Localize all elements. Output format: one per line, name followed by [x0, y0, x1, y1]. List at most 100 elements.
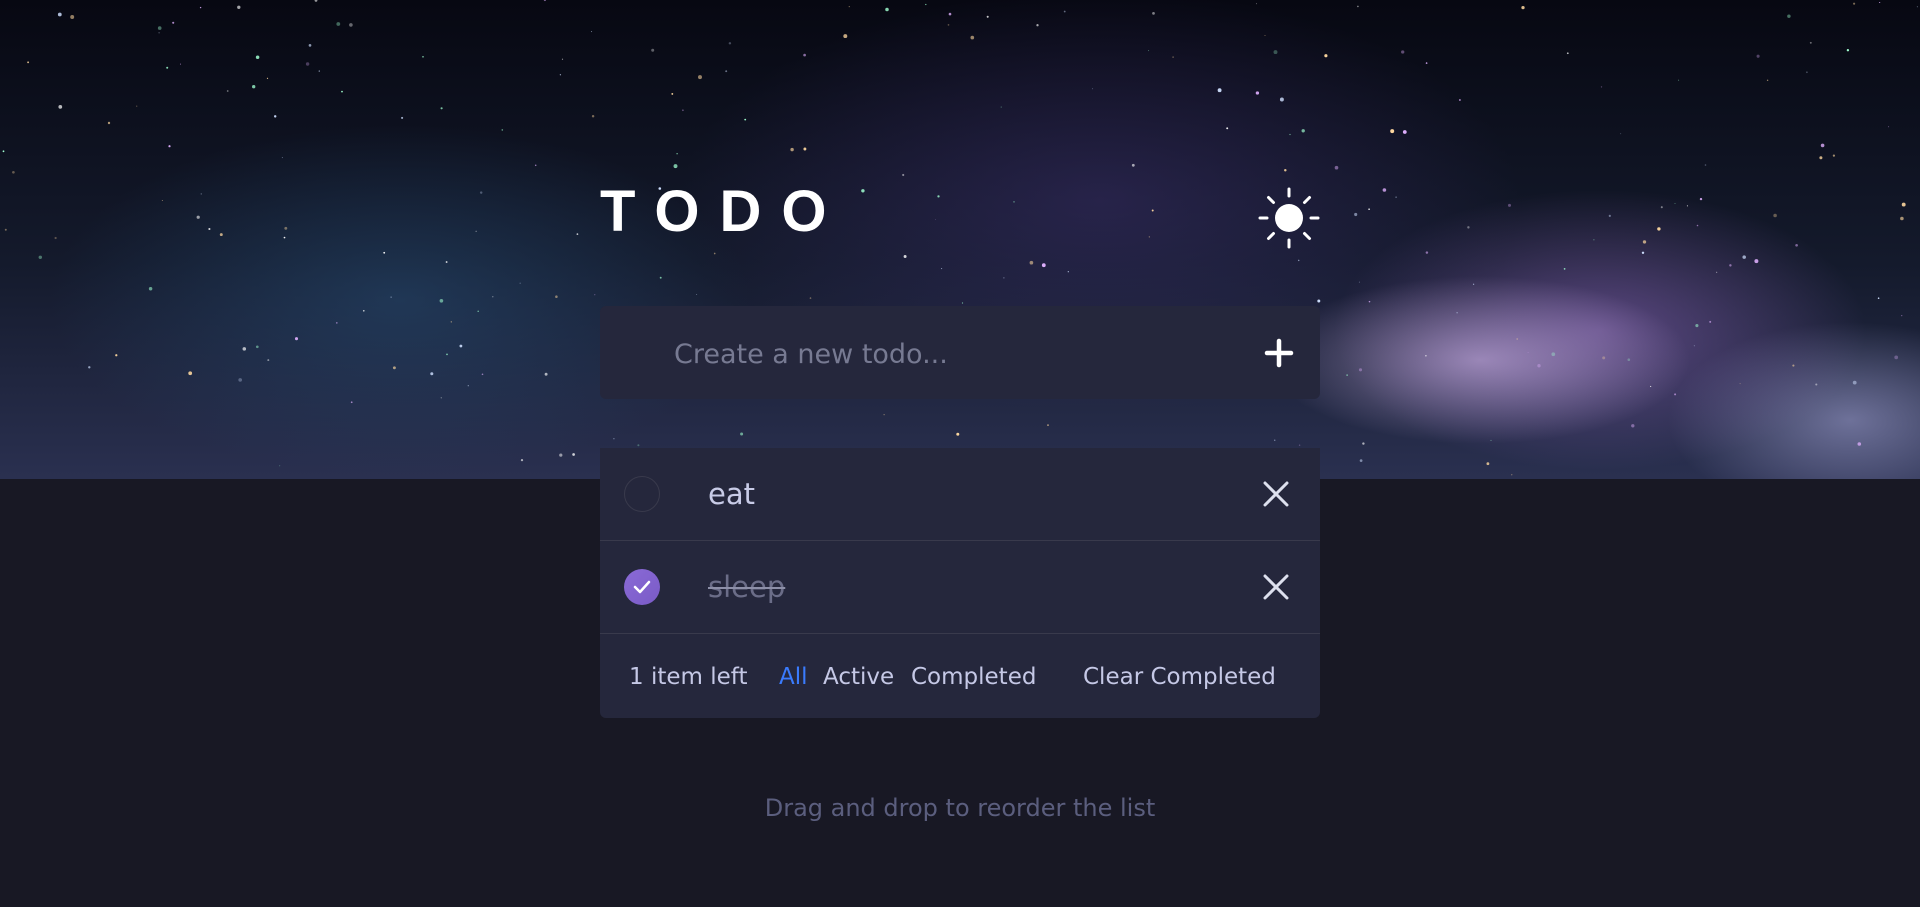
star — [744, 118, 747, 121]
star — [1857, 442, 1862, 446]
star — [157, 26, 162, 30]
add-todo-button[interactable] — [1258, 332, 1300, 374]
star — [790, 147, 794, 152]
star — [673, 164, 678, 169]
complete-checkbox[interactable] — [624, 569, 660, 605]
star — [430, 372, 434, 376]
star — [1029, 260, 1034, 265]
star — [58, 105, 63, 109]
todo-item[interactable]: eat — [600, 448, 1320, 541]
star — [1274, 439, 1276, 441]
complete-checkbox[interactable] — [624, 476, 660, 512]
star — [1226, 127, 1229, 130]
star — [1511, 474, 1513, 476]
star — [1901, 202, 1906, 207]
star — [848, 6, 850, 8]
star — [1317, 299, 1321, 303]
star — [188, 371, 193, 376]
star — [676, 153, 678, 155]
star — [1900, 216, 1904, 221]
star — [161, 200, 163, 201]
star — [1047, 424, 1049, 426]
check-icon — [633, 580, 651, 594]
delete-todo-button[interactable] — [1256, 567, 1296, 607]
todo-item[interactable]: sleep — [600, 541, 1320, 634]
star — [986, 15, 989, 18]
star — [481, 373, 484, 376]
star — [572, 453, 575, 456]
star — [1660, 206, 1663, 209]
star — [1516, 338, 1519, 340]
star — [1152, 12, 1155, 15]
star — [1674, 393, 1677, 396]
star — [283, 236, 286, 239]
star — [970, 35, 975, 40]
star — [1593, 239, 1595, 241]
star — [740, 432, 744, 436]
star — [308, 44, 312, 47]
star — [1359, 459, 1363, 462]
star — [520, 458, 524, 462]
star — [803, 53, 806, 57]
star — [1754, 259, 1759, 264]
star — [1674, 203, 1676, 204]
star — [501, 129, 504, 131]
star — [591, 31, 593, 33]
drag-hint: Drag and drop to reorder the list — [764, 794, 1156, 822]
star — [1787, 14, 1791, 18]
star — [401, 116, 404, 119]
star — [266, 77, 269, 79]
star — [1354, 212, 1358, 217]
star — [544, 372, 548, 376]
filter-all[interactable]: All — [779, 662, 808, 692]
star — [242, 347, 247, 351]
star — [172, 21, 175, 24]
star — [305, 62, 310, 66]
star — [1092, 88, 1094, 90]
star — [1390, 129, 1395, 134]
star — [1641, 251, 1645, 255]
star — [1507, 203, 1512, 207]
star — [961, 302, 964, 304]
star — [148, 287, 153, 291]
star — [1458, 99, 1461, 101]
star — [54, 236, 57, 240]
star — [803, 147, 807, 151]
star — [1852, 380, 1857, 385]
star — [1395, 196, 1397, 198]
star — [682, 109, 684, 112]
star — [1627, 358, 1631, 362]
star — [1264, 35, 1266, 37]
clear-completed-button[interactable]: Clear Completed — [1083, 662, 1276, 692]
close-icon — [1263, 574, 1289, 600]
star — [561, 58, 564, 60]
new-todo-input[interactable] — [672, 330, 1216, 378]
star — [383, 251, 386, 254]
star — [1563, 268, 1566, 270]
filter-active[interactable]: Active — [823, 662, 894, 692]
star — [445, 261, 448, 263]
filter-completed[interactable]: Completed — [911, 662, 1036, 692]
delete-todo-button[interactable] — [1256, 474, 1296, 514]
star — [267, 359, 270, 362]
star — [1148, 236, 1150, 238]
star — [1699, 197, 1703, 201]
theme-toggle-button[interactable] — [1258, 187, 1320, 249]
star — [168, 145, 171, 148]
star — [809, 297, 812, 299]
star — [238, 378, 243, 382]
star — [902, 173, 905, 177]
star — [1425, 251, 1429, 254]
star — [1358, 368, 1363, 372]
star — [475, 230, 477, 232]
star — [1521, 5, 1525, 10]
star — [179, 63, 181, 65]
star — [4, 228, 7, 231]
star — [559, 74, 562, 76]
star — [1602, 356, 1606, 360]
star — [543, 0, 547, 2]
star — [1879, 1, 1881, 4]
star — [1467, 226, 1470, 229]
star — [1773, 213, 1777, 218]
star — [70, 15, 75, 19]
